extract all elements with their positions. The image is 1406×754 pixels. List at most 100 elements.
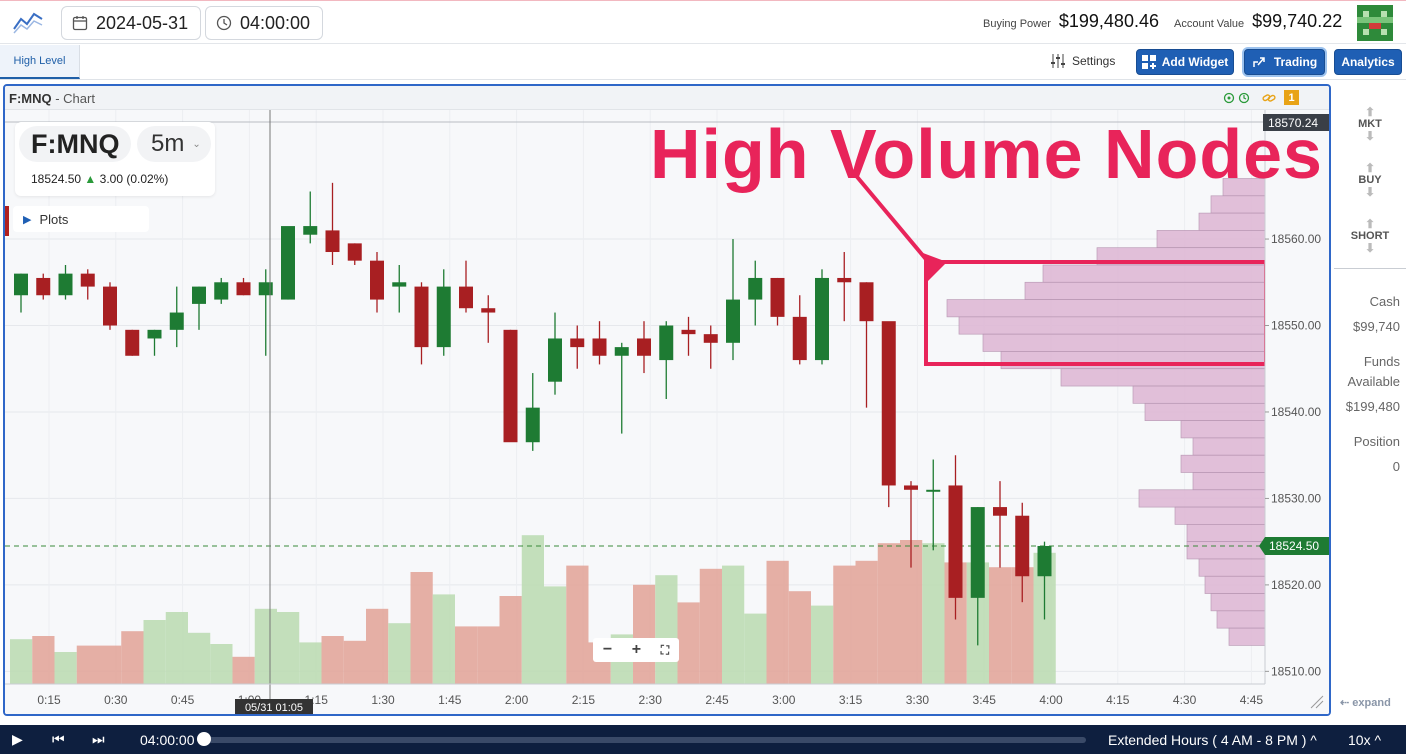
sidebar-divider xyxy=(1334,268,1406,269)
expand-label: expand xyxy=(1352,697,1391,709)
price-tick-label: 18530.00 xyxy=(1271,491,1321,505)
candle-body xyxy=(14,273,28,296)
top-bar: 2024-05-31 04:00:00 Buying Power $199,48… xyxy=(0,0,1406,44)
playback-time: 04:00:00 xyxy=(140,732,195,748)
volume-bar xyxy=(143,620,166,684)
cash-value: $99,740 xyxy=(1353,319,1400,334)
candle-body xyxy=(80,273,95,287)
candle-body xyxy=(659,325,674,361)
candle-body xyxy=(726,299,740,343)
volume-bar xyxy=(343,640,366,684)
alert-count-badge[interactable]: 1 xyxy=(1284,90,1299,105)
candle-body xyxy=(548,338,562,382)
settings-button[interactable]: Settings xyxy=(1050,53,1115,69)
analytics-button[interactable]: Analytics xyxy=(1334,49,1402,75)
volume-bar xyxy=(633,584,656,684)
price-tick-label: 18560.00 xyxy=(1271,232,1321,246)
step-back-icon[interactable]: ⏮ xyxy=(52,731,65,748)
candle-body xyxy=(58,273,73,296)
volume-profile-bar xyxy=(1138,489,1266,508)
arrow-up-icon: ⬆ xyxy=(1364,105,1376,119)
fullscreen-icon[interactable]: ⛶ xyxy=(661,643,669,658)
buy-order-button[interactable]: ⬆ BUY ⬇ xyxy=(1334,162,1406,198)
funds-label: Funds xyxy=(1363,354,1400,369)
link-icon[interactable] xyxy=(1262,92,1276,104)
order-sidebar: ⬆ MKT ⬇ ⬆ BUY ⬇ ⬆ SHORT ⬇ Cash $99,740 F… xyxy=(1334,84,1406,716)
volume-bar xyxy=(766,560,789,684)
speed-selector[interactable]: 10x ^ xyxy=(1348,732,1381,748)
time-tick-label: 1:45 xyxy=(438,693,462,707)
trade-arrow-icon xyxy=(1253,57,1265,67)
price-tick-label: 18520.00 xyxy=(1271,578,1321,592)
account-value-label: Account Value xyxy=(1174,18,1245,30)
volume-bar xyxy=(10,639,33,684)
volume-profile-bar xyxy=(1174,506,1266,525)
time-tick-label: 0:45 xyxy=(171,693,195,707)
zoom-out-icon[interactable]: − xyxy=(603,641,612,659)
volume-bar xyxy=(210,644,233,684)
short-order-button[interactable]: ⬆ SHORT ⬇ xyxy=(1334,218,1406,254)
chevron-up-icon: ^ xyxy=(1374,732,1382,748)
candle-body xyxy=(214,282,229,300)
volume-bar xyxy=(566,565,589,684)
candle-body xyxy=(681,329,696,335)
add-widget-button[interactable]: Add Widget xyxy=(1136,49,1234,75)
volume-bar xyxy=(76,645,99,684)
symbol-selector[interactable]: F:MNQ xyxy=(19,126,132,162)
expand-sidebar-button[interactable]: ⇠ expand xyxy=(1340,696,1391,709)
avatar[interactable] xyxy=(1357,5,1393,41)
price-chart[interactable]: 18510.00 18520.00 18530.00 18540.00 18550.00… xyxy=(5,110,1329,714)
arrow-up-icon: ▲ xyxy=(84,172,97,186)
volume-bar xyxy=(989,567,1012,684)
volume-bar xyxy=(432,594,455,684)
volume-bar xyxy=(811,605,834,684)
volume-profile-bar xyxy=(1000,351,1266,370)
volume-bar xyxy=(722,565,745,684)
zoom-in-icon[interactable]: + xyxy=(632,641,641,659)
trading-button[interactable]: Trading xyxy=(1244,49,1325,75)
step-forward-icon[interactable]: ⏭ xyxy=(92,731,105,748)
volume-profile-bar xyxy=(1198,212,1266,231)
buying-power-value: $199,480.46 xyxy=(1058,11,1159,31)
price-tick-label: 18550.00 xyxy=(1271,319,1321,333)
candle-body xyxy=(459,286,473,309)
volume-bar xyxy=(744,613,767,684)
playback-slider-handle[interactable] xyxy=(197,732,211,746)
caret-right-icon: ▶ xyxy=(23,213,32,226)
volume-bar xyxy=(99,645,122,684)
plots-toggle[interactable]: ▶ Plots xyxy=(13,206,149,232)
add-widget-label: Add Widget xyxy=(1161,55,1229,69)
time-tick-label: 2:45 xyxy=(705,693,729,707)
play-icon[interactable]: ▶ xyxy=(12,731,23,748)
candle-body xyxy=(503,329,518,443)
volume-bar xyxy=(477,626,500,684)
volume-bar xyxy=(165,612,188,684)
date-picker[interactable]: 2024-05-31 xyxy=(61,6,201,40)
timeframe-selector[interactable]: 5m ⌄ xyxy=(137,126,211,162)
volume-profile-bar xyxy=(1216,610,1266,629)
target-icon[interactable] xyxy=(1223,92,1235,104)
time-tick-label: 3:00 xyxy=(772,693,796,707)
calendar-icon xyxy=(72,16,88,31)
tab-high-level[interactable]: High Level xyxy=(0,45,80,79)
candle-body xyxy=(103,286,117,326)
time-tick-label: 4:45 xyxy=(1240,693,1264,707)
volume-bar xyxy=(699,568,722,684)
session-selector[interactable]: Extended Hours ( 4 AM - 8 PM ) ^ xyxy=(1108,732,1317,748)
candle-body xyxy=(881,321,896,486)
speed-label: 10x xyxy=(1348,732,1371,748)
app-logo-icon[interactable] xyxy=(12,9,46,35)
settings-label: Settings xyxy=(1072,54,1116,68)
sliders-icon xyxy=(1051,54,1065,68)
volume-profile-bar xyxy=(1042,264,1266,283)
volume-profile-bar xyxy=(982,333,1266,352)
time-picker[interactable]: 04:00:00 xyxy=(205,6,323,40)
volume-bar xyxy=(366,608,389,684)
refresh-icon[interactable] xyxy=(1238,92,1250,104)
volume-bar xyxy=(410,572,433,684)
market-order-button[interactable]: ⬆ MKT ⬇ xyxy=(1334,106,1406,142)
arrow-up-icon: ⬆ xyxy=(1364,161,1376,175)
volume-profile-bar xyxy=(1210,195,1266,214)
playback-slider[interactable] xyxy=(203,737,1086,743)
volume-bar xyxy=(254,608,277,684)
